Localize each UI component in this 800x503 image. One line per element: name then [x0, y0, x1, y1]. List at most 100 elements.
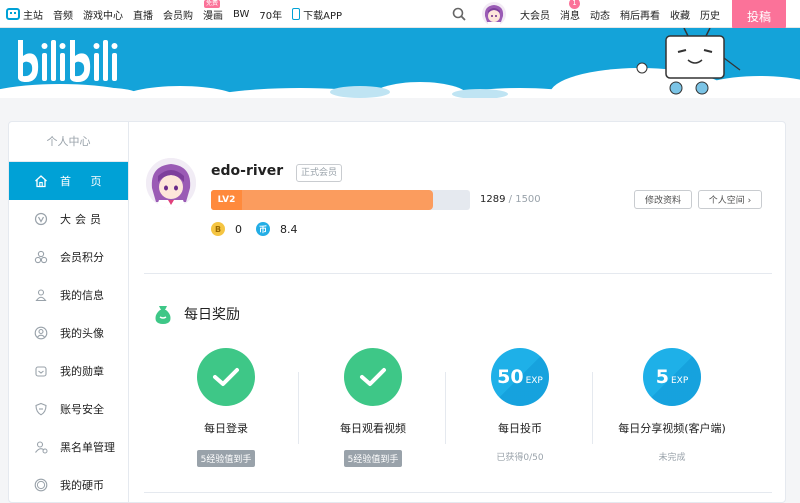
task-daily-login: 每日登录 5经验值到手 — [156, 348, 296, 467]
user-info-icon — [35, 289, 47, 302]
avatar-image — [146, 158, 196, 208]
sidebar-item-my-info[interactable]: 我的信息 — [9, 276, 128, 314]
manga-badge: 免费 — [204, 0, 221, 8]
sidebar-item-my-avatar[interactable]: 我的头像 — [9, 314, 128, 352]
sidebar-item-vip[interactable]: 大会员 — [9, 200, 128, 238]
nav-label: 消息 — [560, 10, 580, 22]
task-exp-circle: 50 EXP — [491, 348, 549, 406]
b-coin-icon: B — [211, 222, 225, 236]
sidebar-item-home[interactable]: 首 页 — [9, 162, 128, 200]
nav-item-game-center[interactable]: 游戏中心 — [83, 7, 123, 22]
medal-icon — [35, 366, 47, 377]
nav-item-download-app[interactable]: 下载APP — [292, 7, 342, 22]
level-progress-bar: LV2 — [211, 190, 470, 210]
sidebar-item-label: 会员积分 — [60, 251, 104, 264]
reward-bag-icon — [155, 306, 171, 324]
blacklist-icon — [35, 441, 48, 454]
sidebar-item-label: 首 页 — [60, 175, 110, 188]
nav-item-70years[interactable]: 70年 — [259, 7, 282, 22]
coin-icon — [34, 478, 48, 492]
exp-readout: 1289 / 1500 — [480, 194, 541, 205]
main-content: edo-river 正式会员 LV2 1289 / 1500 B 0 币 8.4… — [130, 122, 787, 503]
sidebar-title: 个人中心 — [9, 122, 128, 162]
top-nav-left: 主站 音频 游戏中心 直播 会员购 免费 漫画 BW 70年 下载APP — [6, 0, 352, 28]
nav-item-main[interactable]: 主站 — [6, 7, 43, 22]
search-icon[interactable] — [452, 7, 466, 21]
wallet-row: B 0 币 8.4 — [211, 222, 312, 236]
nav-label: 漫画 — [203, 10, 223, 22]
sidebar-item-label: 我的勋章 — [60, 365, 104, 378]
sidebar-item-my-coins[interactable]: 我的硬币 — [9, 466, 128, 503]
nav-item-watch-later[interactable]: 稍后再看 — [620, 7, 660, 22]
membership-tag: 正式会员 — [296, 164, 343, 182]
message-count-badge: 1 — [569, 0, 580, 9]
nav-avatar[interactable] — [482, 2, 506, 26]
points-icon — [34, 250, 48, 264]
level-progress-fill — [211, 190, 434, 210]
sidebar-item-label: 账号安全 — [60, 403, 104, 416]
exp-max: 1500 — [515, 194, 541, 205]
task-label: 每日登录 — [204, 422, 248, 435]
level-badge: LV2 — [211, 190, 242, 210]
user-center-panel: 个人中心 首 页 大会员 会员积分 我的信息 我的头像 我的勋章 账号安全 黑名… — [8, 121, 786, 503]
exp-unit: EXP — [525, 376, 543, 386]
phone-icon — [292, 8, 301, 20]
nav-item-bw[interactable]: BW — [233, 9, 249, 20]
bilibili-logo — [18, 40, 118, 82]
sidebar-item-label: 我的头像 — [60, 327, 104, 340]
task-separator — [592, 372, 593, 444]
exp-amount: 50 — [497, 366, 524, 388]
nav-item-favorites[interactable]: 收藏 — [670, 7, 690, 22]
nav-item-manga[interactable]: 免费 漫画 — [203, 0, 223, 22]
sidebar: 个人中心 首 页 大会员 会员积分 我的信息 我的头像 我的勋章 账号安全 黑名… — [9, 122, 129, 503]
task-status-pill: 5经验值到手 — [196, 450, 256, 467]
task-status: 已获得0/50 — [496, 453, 544, 463]
nav-item-messages[interactable]: 1 消息 — [560, 0, 580, 22]
edit-profile-button[interactable]: 修改资料 — [634, 190, 692, 209]
sidebar-item-points[interactable]: 会员积分 — [9, 238, 128, 276]
b-coin-balance: 0 — [235, 222, 242, 236]
sidebar-item-account-security[interactable]: 账号安全 — [9, 390, 128, 428]
sidebar-item-label: 我的硬币 — [60, 479, 104, 492]
nav-item-live[interactable]: 直播 — [133, 7, 153, 22]
exp-unit: EXP — [670, 376, 689, 386]
personal-space-button[interactable]: 个人空间 › — [698, 190, 762, 209]
divider — [144, 273, 772, 274]
nav-item-vip[interactable]: 大会员 — [520, 7, 550, 22]
nav-item-mall[interactable]: 会员购 — [163, 7, 193, 22]
task-status: 5经验值到手 — [156, 450, 296, 467]
nav-item-history[interactable]: 历史 — [700, 7, 720, 22]
task-status-pill: 5经验值到手 — [343, 450, 403, 467]
nav-label: 下载APP — [303, 10, 343, 22]
exp-current: 1289 — [480, 194, 506, 205]
tv-logo-icon — [6, 8, 20, 20]
task-label: 每日观看视频 — [340, 422, 406, 435]
sidebar-item-label: 我的信息 — [60, 289, 104, 302]
hard-coin-icon: 币 — [256, 222, 270, 236]
sidebar-item-label: 黑名单管理 — [60, 441, 115, 454]
user-avatar[interactable] — [146, 158, 196, 208]
nav-item-audio[interactable]: 音频 — [53, 7, 73, 22]
nav-item-dynamics[interactable]: 动态 — [590, 7, 610, 22]
coin-balance: 8.4 — [280, 222, 298, 236]
task-status-circle — [197, 348, 255, 406]
top-nav-right: 大会员 1 消息 动态 稍后再看 收藏 历史 投稿 — [452, 0, 800, 32]
avatar-icon — [34, 326, 48, 340]
check-icon — [360, 368, 386, 386]
daily-reward-header: 每日奖励 — [152, 303, 240, 325]
task-status: 5经验值到手 — [303, 450, 443, 467]
home-icon — [35, 175, 47, 188]
nav-label: 主站 — [23, 10, 43, 22]
task-status-circle — [344, 348, 402, 406]
top-nav: 主站 音频 游戏中心 直播 会员购 免费 漫画 BW 70年 下载APP 大会员… — [0, 0, 800, 32]
shield-icon — [35, 402, 47, 416]
daily-reward-title: 每日奖励 — [184, 307, 240, 323]
sidebar-item-label: 大会员 — [60, 213, 105, 226]
task-exp-value: 50 EXP — [497, 366, 543, 388]
sidebar-item-my-medals[interactable]: 我的勋章 — [9, 352, 128, 390]
task-daily-watch: 每日观看视频 5经验值到手 — [303, 348, 443, 467]
avatar-image — [482, 2, 506, 26]
sidebar-item-blacklist[interactable]: 黑名单管理 — [9, 428, 128, 466]
username: edo-river — [211, 163, 284, 179]
task-exp-circle: 5 EXP — [643, 348, 701, 406]
